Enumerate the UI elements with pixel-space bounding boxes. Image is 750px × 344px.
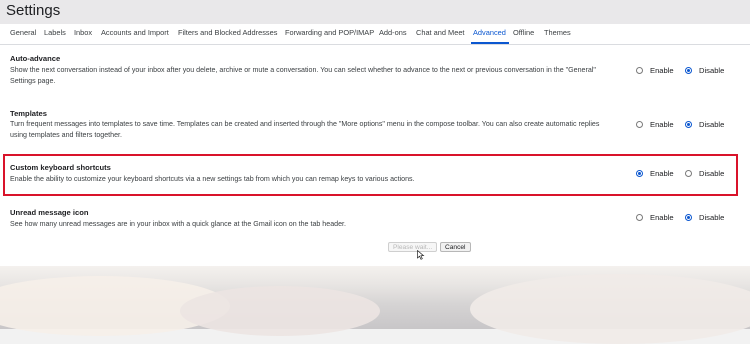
active-tab-indicator (471, 42, 509, 44)
tab-labels[interactable]: Labels (44, 28, 66, 37)
radio-disable[interactable] (685, 67, 692, 74)
tab-offline[interactable]: Offline (513, 28, 534, 37)
radio-disable[interactable] (685, 214, 692, 221)
cloud-shape (470, 274, 750, 344)
radio-enable[interactable] (636, 214, 643, 221)
mouse-cursor-icon (417, 250, 425, 260)
radio-enable[interactable] (636, 121, 643, 128)
highlight-box (3, 154, 738, 196)
save-changes-button[interactable]: Please wait... (388, 242, 438, 252)
tab-chat-and-meet[interactable]: Chat and Meet (416, 28, 464, 37)
option-label: Disable (699, 213, 725, 222)
auto-advance-enable-option[interactable]: Enable (636, 66, 674, 75)
option-label: Enable (650, 213, 674, 222)
templates-enable-option[interactable]: Enable (636, 120, 674, 129)
tab-inbox[interactable]: Inbox (74, 28, 92, 37)
option-label: Enable (650, 120, 674, 129)
option-label: Disable (699, 120, 725, 129)
unread-icon-disable-option[interactable]: Disable (685, 213, 724, 222)
tab-filters-and-blocked-addresses[interactable]: Filters and Blocked Addresses (178, 28, 277, 37)
settings-tabs: General Labels Inbox Accounts and Import… (0, 24, 750, 45)
setting-title: Auto-advance (10, 54, 61, 63)
tab-accounts-and-import[interactable]: Accounts and Import (101, 28, 169, 37)
tab-advanced[interactable]: Advanced (473, 28, 506, 37)
setting-title: Templates (10, 109, 47, 118)
tab-themes[interactable]: Themes (544, 28, 571, 37)
tab-forwarding-and-pop-imap[interactable]: Forwarding and POP/IMAP (285, 28, 374, 37)
settings-page: Settings General Labels Inbox Accounts a… (0, 0, 750, 344)
tab-general[interactable]: General (10, 28, 36, 37)
background-wallpaper (0, 266, 750, 344)
cancel-button[interactable]: Cancel (440, 242, 471, 252)
unread-icon-enable-option[interactable]: Enable (636, 213, 674, 222)
tab-add-ons[interactable]: Add-ons (379, 28, 407, 37)
setting-description: Show the next conversation instead of yo… (10, 66, 596, 85)
setting-description: Turn frequent messages into templates to… (10, 120, 600, 139)
option-label: Disable (699, 66, 725, 75)
page-title: Settings (6, 2, 61, 19)
settings-header: Settings (0, 0, 750, 24)
setting-description: See how many unread messages are in your… (10, 220, 346, 228)
templates-disable-option[interactable]: Disable (685, 120, 724, 129)
radio-enable[interactable] (636, 67, 643, 74)
auto-advance-disable-option[interactable]: Disable (685, 66, 724, 75)
radio-disable[interactable] (685, 121, 692, 128)
option-label: Enable (650, 66, 674, 75)
setting-title: Unread message icon (10, 208, 89, 217)
